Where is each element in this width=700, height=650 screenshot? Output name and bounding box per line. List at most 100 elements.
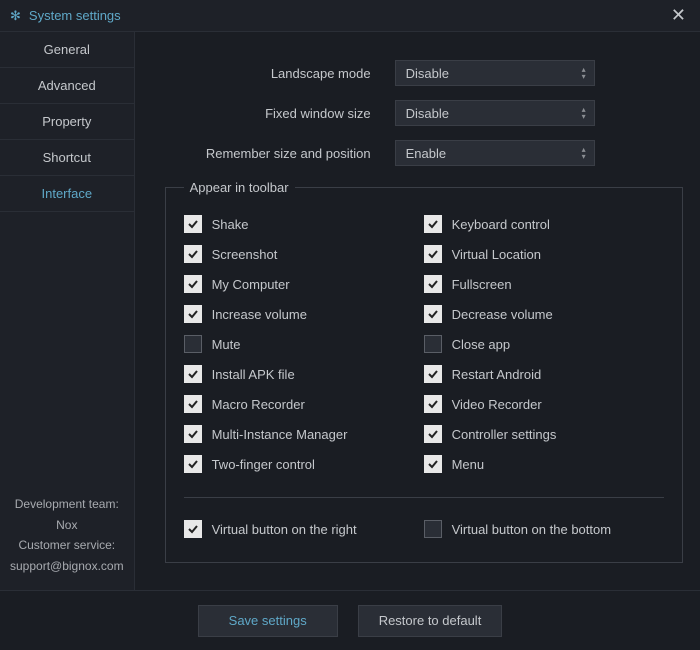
checkbox-mute[interactable] — [184, 335, 202, 353]
checkbox-label: Increase volume — [212, 307, 307, 322]
tab-label: Shortcut — [43, 150, 91, 165]
checkbox-label: Mute — [212, 337, 241, 352]
checkbox-row: Decrease volume — [424, 299, 664, 329]
checkbox-label: Close app — [452, 337, 511, 352]
remember-size-label: Remember size and position — [165, 146, 395, 161]
checkbox-install-apk-file[interactable] — [184, 365, 202, 383]
select-stepper-icon: ▴▾ — [582, 106, 586, 120]
select-value: Disable — [406, 106, 449, 121]
sidebar-footer: Development team: Nox Customer service: … — [0, 494, 134, 590]
dev-team-text: Development team: Nox — [10, 494, 124, 535]
checkbox-close-app[interactable] — [424, 335, 442, 353]
checkbox-row: Two-finger control — [184, 449, 424, 479]
checkbox-row: Macro Recorder — [184, 389, 424, 419]
checkbox-decrease-volume[interactable] — [424, 305, 442, 323]
checkbox-row: Fullscreen — [424, 269, 664, 299]
tab-general[interactable]: General — [0, 32, 134, 68]
fieldset-legend: Appear in toolbar — [184, 180, 295, 195]
checkbox-row: Menu — [424, 449, 664, 479]
checkbox-video-recorder[interactable] — [424, 395, 442, 413]
gear-icon: ✻ — [10, 8, 21, 24]
main-container: General Advanced Property Shortcut Inter… — [0, 32, 700, 590]
checkbox-label: Keyboard control — [452, 217, 550, 232]
checkbox-virtual-location[interactable] — [424, 245, 442, 263]
content-panel: Landscape mode Disable ▴▾ Fixed window s… — [135, 32, 700, 590]
landscape-select[interactable]: Disable ▴▾ — [395, 60, 595, 86]
checkbox-virtual-bottom[interactable] — [424, 520, 442, 538]
checkbox-label: Virtual button on the bottom — [452, 522, 611, 537]
form-row-remember-size: Remember size and position Enable ▴▾ — [165, 140, 683, 166]
checkbox-screenshot[interactable] — [184, 245, 202, 263]
checkbox-shake[interactable] — [184, 215, 202, 233]
checkbox-label: Two-finger control — [212, 457, 315, 472]
landscape-label: Landscape mode — [165, 66, 395, 81]
checkbox-multi-instance-manager[interactable] — [184, 425, 202, 443]
checkbox-row: Video Recorder — [424, 389, 664, 419]
checkbox-macro-recorder[interactable] — [184, 395, 202, 413]
checkbox-row: Controller settings — [424, 419, 664, 449]
footer: Save settings Restore to default — [0, 590, 700, 650]
checkbox-row: Shake — [184, 209, 424, 239]
checkbox-restart-android[interactable] — [424, 365, 442, 383]
restore-button[interactable]: Restore to default — [358, 605, 503, 637]
checkbox-label: Install APK file — [212, 367, 295, 382]
window-title: System settings — [29, 8, 121, 23]
checkbox-row: Virtual Location — [424, 239, 664, 269]
select-stepper-icon: ▴▾ — [582, 146, 586, 160]
form-row-landscape: Landscape mode Disable ▴▾ — [165, 60, 683, 86]
checkbox-label: Shake — [212, 217, 249, 232]
tab-property[interactable]: Property — [0, 104, 134, 140]
checkbox-label: Virtual Location — [452, 247, 541, 262]
checkbox-label: Macro Recorder — [212, 397, 305, 412]
checkbox-row: Mute — [184, 329, 424, 359]
customer-service-text: Customer service: — [10, 535, 124, 555]
toolbar-fieldset: Appear in toolbar Shake Screenshot My Comp… — [165, 180, 683, 563]
close-icon[interactable]: ✕ — [667, 5, 690, 26]
save-button[interactable]: Save settings — [198, 605, 338, 637]
checkbox-virtual-right[interactable] — [184, 520, 202, 538]
checkbox-label: Virtual button on the right — [212, 522, 357, 537]
checkbox-row: Screenshot — [184, 239, 424, 269]
checkbox-fullscreen[interactable] — [424, 275, 442, 293]
select-value: Disable — [406, 66, 449, 81]
checkbox-row: Install APK file — [184, 359, 424, 389]
checkbox-label: Screenshot — [212, 247, 278, 262]
checkbox-row-virtual-right: Virtual button on the right — [184, 514, 424, 544]
sidebar: General Advanced Property Shortcut Inter… — [0, 32, 135, 590]
checkbox-menu[interactable] — [424, 455, 442, 473]
button-label: Save settings — [229, 613, 307, 628]
checkbox-label: Restart Android — [452, 367, 542, 382]
select-stepper-icon: ▴▾ — [582, 66, 586, 80]
checkbox-label: Video Recorder — [452, 397, 542, 412]
checkbox-row: My Computer — [184, 269, 424, 299]
tab-label: Advanced — [38, 78, 96, 93]
remember-size-select[interactable]: Enable ▴▾ — [395, 140, 595, 166]
checkbox-row: Multi-Instance Manager — [184, 419, 424, 449]
checkbox-label: Menu — [452, 457, 485, 472]
checkbox-my-computer[interactable] — [184, 275, 202, 293]
checkbox-label: My Computer — [212, 277, 290, 292]
checkbox-row: Close app — [424, 329, 664, 359]
tab-label: Property — [42, 114, 91, 129]
checkbox-two-finger-control[interactable] — [184, 455, 202, 473]
tab-label: General — [44, 42, 90, 57]
fixed-window-select[interactable]: Disable ▴▾ — [395, 100, 595, 126]
checkbox-row-virtual-bottom: Virtual button on the bottom — [424, 514, 664, 544]
checkbox-increase-volume[interactable] — [184, 305, 202, 323]
button-label: Restore to default — [379, 613, 482, 628]
form-row-fixed-window: Fixed window size Disable ▴▾ — [165, 100, 683, 126]
tab-label: Interface — [41, 186, 92, 201]
checkbox-keyboard-control[interactable] — [424, 215, 442, 233]
support-email: support@bignox.com — [10, 556, 124, 576]
checkbox-row: Keyboard control — [424, 209, 664, 239]
tab-shortcut[interactable]: Shortcut — [0, 140, 134, 176]
checkbox-label: Fullscreen — [452, 277, 512, 292]
checkbox-label: Decrease volume — [452, 307, 553, 322]
tab-advanced[interactable]: Advanced — [0, 68, 134, 104]
checkbox-label: Controller settings — [452, 427, 557, 442]
tab-interface[interactable]: Interface — [0, 176, 134, 212]
checkbox-row: Increase volume — [184, 299, 424, 329]
select-value: Enable — [406, 146, 446, 161]
checkbox-controller-settings[interactable] — [424, 425, 442, 443]
checkbox-label: Multi-Instance Manager — [212, 427, 348, 442]
